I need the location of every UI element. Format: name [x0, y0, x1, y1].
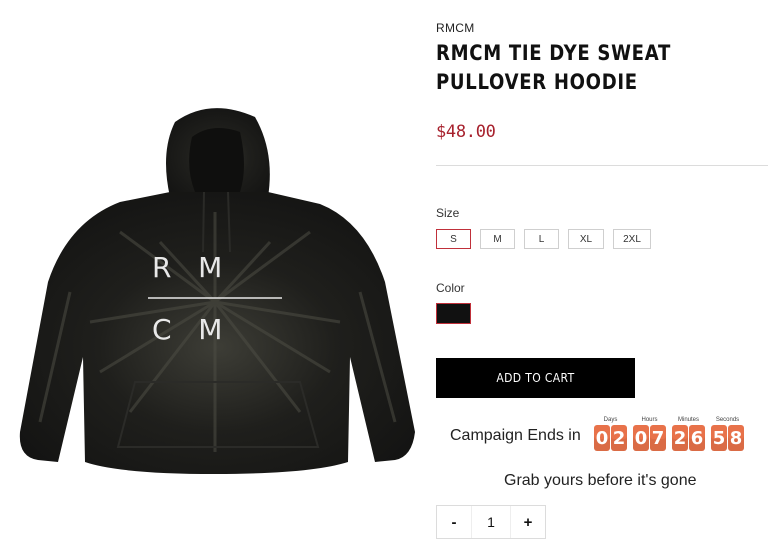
countdown-minutes-label: Minutes [677, 417, 699, 423]
countdown-digit: 8 [728, 425, 744, 451]
countdown-seconds: Seconds 58 [711, 416, 744, 451]
size-option-xl[interactable]: XL [568, 229, 604, 249]
color-label: Color [436, 281, 465, 295]
countdown-digit: 6 [689, 425, 705, 451]
countdown-days: Days 02 [594, 416, 627, 451]
countdown-seconds-digits: 58 [711, 425, 744, 451]
print-top-text: R M [152, 251, 222, 284]
countdown-days-label: Days [603, 417, 618, 423]
product-image[interactable]: R M C M [0, 92, 425, 492]
campaign-label: Campaign Ends in [450, 427, 581, 444]
countdown-hours-digits: 07 [633, 425, 666, 451]
divider [436, 165, 768, 166]
campaign-tagline: Grab yours before it's gone [504, 472, 697, 489]
countdown-hours: Hours 07 [633, 416, 666, 451]
countdown-digit: 5 [711, 425, 727, 451]
countdown-digit: 0 [594, 425, 610, 451]
countdown-seconds-label: Seconds [715, 417, 740, 423]
product-price: $48.00 [436, 122, 496, 142]
countdown-hours-label: Hours [641, 417, 658, 423]
countdown-minutes: Minutes 26 [672, 416, 705, 451]
countdown-digit: 2 [672, 425, 688, 451]
countdown-minutes-digits: 26 [672, 425, 705, 451]
size-label: Size [436, 206, 460, 220]
product-vendor: RMCM [436, 21, 475, 35]
quantity-stepper: - 1 + [436, 505, 546, 539]
size-option-s[interactable]: S [436, 229, 471, 249]
countdown-digit: 2 [611, 425, 627, 451]
quantity-increase-button[interactable]: + [511, 506, 545, 538]
countdown-digit: 0 [633, 425, 649, 451]
countdown-digit: 7 [650, 425, 666, 451]
product-details: RMCM RMCM TIE DYE SWEAT PULLOVER HOODIE … [436, 0, 768, 553]
size-option-l[interactable]: L [524, 229, 559, 249]
product-title: RMCM TIE DYE SWEAT PULLOVER HOODIE [436, 41, 671, 94]
countdown-timer: Days 02 Hours 07 Minutes 26 Seconds 58 [594, 416, 744, 451]
add-to-cart-label: ADD TO CART [496, 371, 575, 385]
size-selector: S M L XL 2XL [436, 229, 651, 249]
quantity-decrease-button[interactable]: - [437, 506, 471, 538]
print-bottom-text: C M [152, 313, 222, 346]
add-to-cart-button[interactable]: ADD TO CART [436, 358, 635, 398]
countdown-days-digits: 02 [594, 425, 627, 451]
size-option-2xl[interactable]: 2XL [613, 229, 651, 249]
quantity-input[interactable]: 1 [471, 506, 511, 538]
color-swatch-black[interactable] [436, 303, 471, 324]
size-option-m[interactable]: M [480, 229, 515, 249]
